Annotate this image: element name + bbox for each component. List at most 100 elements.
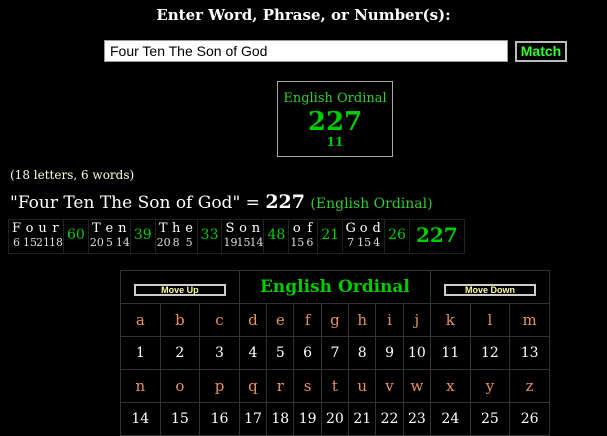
letter-char: n [251, 221, 261, 236]
cipher-result-box[interactable]: English Ordinal 227 11 [277, 81, 393, 157]
match-button[interactable]: Match [515, 41, 567, 62]
move-up-cell: Move Up [120, 270, 240, 304]
chart-number: 12 [469, 336, 511, 370]
breakdown-letter: f6 [303, 220, 316, 253]
breakdown-letter: T 20 [89, 220, 104, 253]
letter-char: e [185, 221, 193, 236]
move-down-button[interactable]: Move Down [444, 283, 537, 296]
breakdown-letter: o 15 [236, 220, 251, 253]
row-numbers-2: 14 15 16 17 18 19 20 21 22 23 24 25 26 [120, 402, 550, 436]
chart-letter: z [509, 369, 550, 403]
breakdown-letter: o 15 [357, 220, 372, 253]
chart-number: 16 [199, 402, 240, 436]
move-up-button[interactable]: Move Up [133, 283, 226, 296]
chart-letter: v [375, 369, 404, 403]
letter-char: f [307, 221, 313, 236]
chart-number: 20 [320, 402, 350, 436]
letter-value: 19 [223, 236, 238, 249]
breakdown-letter: n 14 [115, 220, 130, 253]
breakdown-letter: r 18 [49, 220, 63, 253]
letter-char: e [105, 221, 114, 236]
letter-value: 4 [373, 236, 381, 249]
breakdown-letter: d4 [370, 220, 383, 253]
word-sum: 60 [63, 220, 89, 253]
breakdown-word: T 20 e 5 n 14 [89, 220, 130, 253]
cipher-name: English Ordinal [283, 91, 387, 106]
row-letters-2: nopqrstuvwxyz [120, 369, 550, 403]
row-letters-1: abcdefghijklm [120, 303, 550, 337]
chart-letter: g [320, 303, 350, 337]
word-sum: 33 [196, 220, 223, 253]
chart-number: 19 [293, 402, 322, 436]
word-sum: 39 [129, 220, 156, 253]
chart-letter: k [430, 303, 471, 337]
cipher-value: 227 [307, 107, 363, 137]
letter-word-count: (18 letters, 6 words) [10, 168, 135, 182]
letter-char: S [225, 221, 235, 236]
breakdown-letter: h8 [170, 220, 183, 253]
letter-value: 15 [357, 236, 372, 249]
chart-number: 15 [159, 402, 201, 436]
word-sum: 48 [263, 220, 290, 253]
chart-number: 24 [430, 402, 471, 436]
breakdown-letter: n 14 [249, 220, 264, 253]
letter-char: G [345, 221, 356, 236]
breakdown-letter: e5 [103, 220, 116, 253]
phrase-result: "Four Ten The Son of God" = 227 (English… [10, 191, 433, 213]
letter-value: 8 [172, 236, 180, 249]
breakdown-letter: T 20 [157, 220, 171, 253]
chart-number: 3 [199, 336, 240, 370]
letter-value: 20 [89, 236, 104, 249]
chart-letter: q [238, 369, 268, 403]
chart-letter: t [320, 369, 350, 403]
letter-value: 14 [115, 236, 130, 249]
letter-value: 15 [236, 236, 251, 249]
letter-char: F [11, 221, 22, 236]
breakdown-word: S 19 o 15 n 14 [222, 220, 263, 253]
chart-letter: l [469, 303, 511, 337]
chart-letter: f [293, 303, 322, 337]
chart-number: 8 [348, 336, 377, 370]
chart-number: 6 [293, 336, 322, 370]
breakdown-letter: u 21 [36, 220, 50, 253]
chart-letter: i [375, 303, 404, 337]
letter-value: 14 [249, 236, 264, 249]
letter-char: d [372, 221, 381, 236]
chart-letter: r [266, 369, 295, 403]
chart-letter: p [199, 369, 240, 403]
breakdown-word: o 15 f 6 [289, 220, 317, 253]
letter-value: 5 [105, 236, 113, 249]
phrase-cipher: (English Ordinal) [310, 196, 433, 212]
chart-letter: j [402, 303, 432, 337]
search-input[interactable] [104, 40, 508, 62]
chart-title: English Ordinal [238, 270, 432, 304]
cipher-chart: Move Up English Ordinal Move Down abcdef… [120, 270, 550, 436]
breakdown-letter: o 15 [290, 220, 305, 253]
chart-number: 13 [509, 336, 550, 370]
chart-number: 9 [375, 336, 404, 370]
chart-number: 18 [266, 402, 295, 436]
chart-letter: a [120, 303, 161, 337]
breakdown-letter: F6 [10, 220, 23, 253]
letter-char: o [239, 221, 247, 236]
page-heading: Enter Word, Phrase, or Number(s): [156, 6, 451, 24]
breakdown-letter: S 19 [223, 220, 238, 253]
phrase-total: 227 [265, 191, 305, 213]
letter-char: u [38, 221, 47, 236]
word-sum: 26 [384, 220, 410, 253]
chart-number: 5 [266, 336, 295, 370]
breakdown-letter: e5 [183, 220, 196, 253]
chart-number: 23 [402, 402, 432, 436]
letter-char: h [171, 221, 181, 236]
letter-value: 21 [36, 236, 50, 249]
letter-value: 15 [23, 236, 37, 249]
letter-value: 15 [290, 236, 305, 249]
chart-letter: o [159, 369, 201, 403]
letter-char: o [292, 221, 301, 236]
move-down-cell: Move Down [430, 270, 550, 304]
breakdown-word: G 7 o 15 d 4 [343, 220, 384, 253]
letter-char: o [25, 221, 34, 236]
chart-number: 4 [238, 336, 268, 370]
breakdown-letter: o 15 [23, 220, 37, 253]
letter-value: 6 [13, 236, 20, 249]
